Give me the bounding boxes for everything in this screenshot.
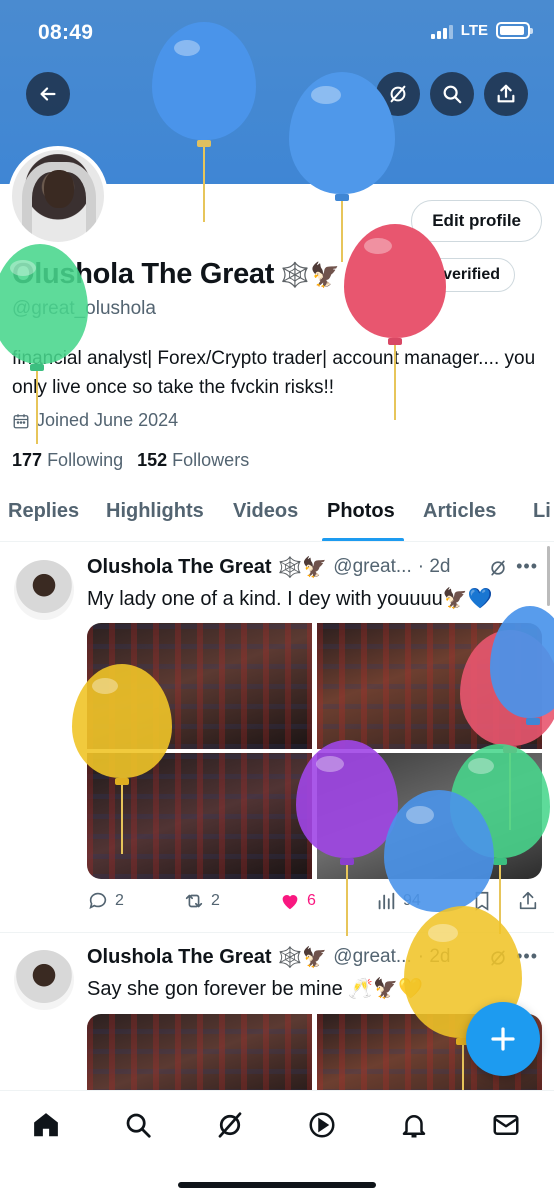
analytics-icon <box>378 892 395 910</box>
network-label: LTE <box>460 22 488 39</box>
play-icon <box>309 1112 335 1138</box>
get-verified-label: Get verified <box>412 266 501 283</box>
profile-name-emojis: 🕸️🦅 <box>280 260 340 289</box>
post-photo-1[interactable] <box>87 1014 312 1090</box>
search-icon <box>443 85 462 104</box>
nav-home[interactable] <box>26 1105 66 1145</box>
scrollbar[interactable] <box>547 546 550 606</box>
post-header: Olushola The Great 🕸️🦅 @great... · 2d <box>87 945 450 969</box>
arrow-left-icon <box>40 87 56 101</box>
tab-videos[interactable]: Videos <box>233 500 298 523</box>
get-verified-button[interactable]: ✓ Get verified <box>374 258 516 292</box>
mail-icon <box>493 1115 519 1135</box>
reply-count: 2 <box>115 892 124 909</box>
grok-icon[interactable] <box>488 948 508 968</box>
home-icon <box>34 1113 58 1137</box>
search-button[interactable] <box>430 72 474 116</box>
following-link[interactable]: 177 Following <box>12 450 123 471</box>
signal-icon <box>430 23 453 39</box>
post-author-handle: @great... <box>333 556 412 577</box>
post-author-emojis: 🕸️🦅 <box>277 555 328 579</box>
battery-icon <box>496 22 533 39</box>
tab-replies[interactable]: Replies <box>8 500 79 523</box>
post-actions: 2 2 6 94 <box>87 890 542 920</box>
profile-bio: financial analyst| Forex/Crypto trader| … <box>12 348 536 398</box>
bookmark-icon <box>475 891 489 911</box>
bell-icon <box>402 1115 426 1138</box>
grok-icon[interactable] <box>488 558 508 578</box>
post-photo-2[interactable] <box>317 623 542 749</box>
more-options-icon[interactable]: ••• <box>516 946 538 967</box>
profile-handle: @great_olushola <box>12 298 156 319</box>
post-media-grid <box>87 623 542 879</box>
like-count: 6 <box>307 892 316 909</box>
repost-button[interactable]: 2 <box>183 890 220 912</box>
heart-icon <box>282 895 298 910</box>
post-photo-3[interactable] <box>87 753 312 879</box>
profile-tabs: Replies Highlights Videos Photos Article… <box>0 486 554 542</box>
edit-profile-button[interactable]: Edit profile <box>411 200 542 242</box>
share-button[interactable] <box>484 72 528 116</box>
tab-photos[interactable]: Photos <box>327 500 395 523</box>
status-time: 08:49 <box>38 21 94 44</box>
nav-notifications[interactable] <box>394 1105 434 1145</box>
post-header: Olushola The Great 🕸️🦅 @great... · 2d <box>87 555 450 579</box>
followers-link[interactable]: 152 Followers <box>137 450 249 471</box>
share-icon <box>519 891 537 910</box>
post-2[interactable]: Olushola The Great 🕸️🦅 @great... · 2d ••… <box>0 934 554 1090</box>
compose-button[interactable] <box>466 1002 540 1076</box>
repost-count: 2 <box>211 892 220 909</box>
post-author-name[interactable]: Olushola The Great <box>87 556 271 579</box>
nav-search[interactable] <box>118 1105 158 1145</box>
share-icon <box>497 84 515 103</box>
profile-name-row: Olushola The Great 🕸️🦅 <box>12 258 340 291</box>
post-photo-1[interactable] <box>87 623 312 749</box>
nav-grok[interactable] <box>210 1105 250 1145</box>
post-author-emojis: 🕸️🦅 <box>277 945 328 969</box>
joined-label: Joined June 2024 <box>36 410 179 430</box>
home-indicator[interactable] <box>178 1182 376 1188</box>
verified-badge-icon: ✓ <box>387 266 404 284</box>
post-text: Say she gon forever be mine 🥂🦅💛 <box>87 978 423 1000</box>
post-avatar[interactable] <box>14 560 74 620</box>
plus-icon <box>491 1027 515 1051</box>
profile-avatar[interactable] <box>8 146 108 246</box>
post-time: · 2d <box>417 556 451 577</box>
active-tab-indicator <box>322 538 404 541</box>
post-author-handle: @great... <box>333 946 412 967</box>
calendar-icon <box>13 413 29 428</box>
post-text: My lady one of a kind. I dey with youuuu… <box>87 588 493 610</box>
search-icon <box>126 1113 151 1138</box>
post-divider <box>0 932 554 933</box>
grok-icon <box>390 85 406 103</box>
reply-button[interactable]: 2 <box>87 890 124 912</box>
repost-icon <box>185 894 203 908</box>
status-indicators: LTE <box>430 22 533 39</box>
post-time: · 2d <box>417 946 451 967</box>
joined-date: Joined June 2024 <box>12 410 178 431</box>
tab-likes[interactable]: Li <box>533 500 551 523</box>
more-options-icon[interactable]: ••• <box>516 556 538 577</box>
post-avatar[interactable] <box>14 950 74 1010</box>
like-button[interactable]: 6 <box>279 890 316 912</box>
status-bar: 08:49 LTE <box>38 18 533 48</box>
post-author-name[interactable]: Olushola The Great <box>87 946 271 969</box>
grok-icon <box>218 1112 242 1138</box>
profile-name: Olushola The Great <box>12 258 275 290</box>
post-share-button[interactable] <box>517 890 539 912</box>
nav-messages[interactable] <box>486 1105 526 1145</box>
back-button[interactable] <box>26 72 70 116</box>
views-button[interactable]: 94 <box>375 890 421 912</box>
tab-highlights[interactable]: Highlights <box>106 500 204 523</box>
nav-video[interactable] <box>302 1105 342 1145</box>
tab-articles[interactable]: Articles <box>423 500 496 523</box>
bookmark-button[interactable] <box>471 890 493 912</box>
grok-button[interactable] <box>376 72 420 116</box>
reply-icon <box>89 892 107 909</box>
post-photo-4[interactable] <box>317 753 542 879</box>
follow-stats: 177 Following 152 Followers <box>12 450 249 471</box>
post-1[interactable]: Olushola The Great 🕸️🦅 @great... · 2d ••… <box>0 544 554 934</box>
views-count: 94 <box>403 892 421 909</box>
